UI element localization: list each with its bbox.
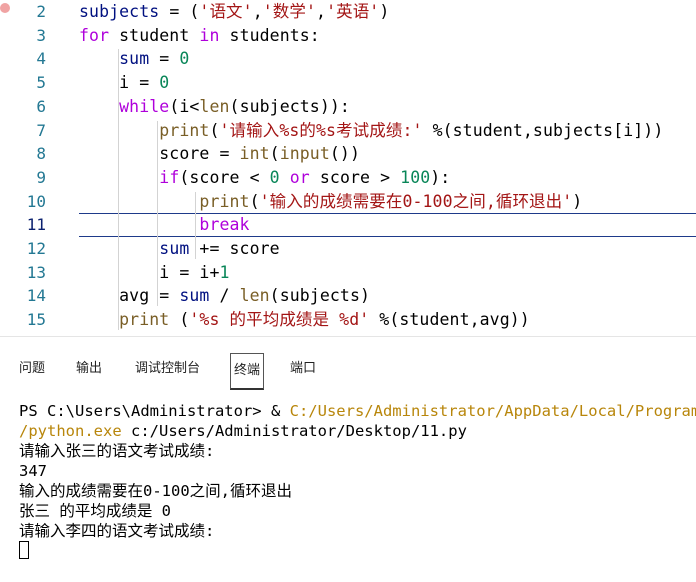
code-editor[interactable]: 2 subjects = ('语文','数学','英语') 3 for student… [0,0,696,336]
code-text: score = int(input()) [79,144,360,164]
code-line[interactable]: 13 i = i+1 [0,261,696,285]
line-number: 15 [26,310,46,330]
indent-guide [195,191,196,259]
code-line[interactable]: 2 subjects = ('语文','数学','英语') [0,0,696,24]
code-text: print ('%s 的平均成绩是 %d' %(student,avg)) [119,310,530,330]
code-line[interactable]: 5 i = 0 [0,71,696,95]
code-line[interactable]: 11 break [0,213,696,238]
line-number: 3 [36,25,46,45]
code-line[interactable]: 3 for student in students: [0,24,696,48]
tab-2[interactable]: 调试控制台 [135,359,200,379]
code-line[interactable]: 14 avg = sum / len(subjects) [0,284,696,308]
code-line[interactable]: 8 score = int(input()) [0,142,696,166]
terminal-line: 347 [19,462,47,480]
line-number: 6 [36,96,46,116]
line-number: 7 [36,120,46,140]
line-number: 5 [36,73,46,93]
terminal-prompt: PS C:\Users\Administrator> & [19,402,290,420]
code-line[interactable]: 6 while(i<len(subjects)): [0,95,696,119]
tab-3[interactable]: 终端 [230,353,265,390]
code-text: sum = 0 [119,49,190,69]
code-text: while(i<len(subjects)): [119,96,350,116]
code-text: i = 0 [79,73,170,93]
tab-4[interactable]: 端口 [290,359,316,379]
code-line[interactable]: 10 print('输入的成绩需要在0-100之间,循环退出') [0,190,696,214]
terminal-script-path: c:/Users/Administrator/Desktop/11.py [121,422,467,440]
code-text: sum += score [159,239,280,258]
line-number: 4 [36,49,46,69]
code-text: if(score < 0 or score > 100): [159,167,451,187]
tab-1[interactable]: 输出 [76,359,102,379]
line-number: 10 [26,191,46,211]
line-number: 8 [36,144,46,164]
indent-guide [118,49,119,330]
line-number: 11 [26,215,46,235]
indent-guide [157,120,158,307]
code-text: i = i+1 [79,262,230,282]
tab-0[interactable]: 问题 [19,359,45,379]
code-line[interactable]: 12 sum += score [0,237,696,261]
line-number: 9 [36,167,46,187]
terminal-exe-path-cont: /python.exe [19,422,122,440]
code-line[interactable]: 15 print ('%s 的平均成绩是 %d' %(student,avg)) [0,308,696,332]
terminal-line: 输入的成绩需要在0-100之间,循环退出 [19,482,292,500]
terminal-cursor[interactable] [19,541,29,559]
line-number: 14 [26,286,46,306]
terminal-output[interactable]: PS C:\Users\Administrator> & C:/Users/Ad… [19,401,696,562]
code-text: print('请输入%s的%s考试成绩:' %(student,subjects… [159,120,664,140]
terminal-lines: 请输入张三的语文考试成绩: 347 输入的成绩需要在0-100之间,循环退出 张… [19,442,292,540]
code-line[interactable]: 4 sum = 0 [0,47,696,71]
terminal-line: 张三 的平均成绩是 0 [19,502,171,520]
terminal-exe-path: C:/Users/Administrator/AppData/Local/Pro… [289,402,696,420]
code-text: for student in students: [79,25,320,45]
terminal-line: 请输入李四的语文考试成绩: [19,522,215,540]
terminal-line: 请输入张三的语文考试成绩: [19,442,215,460]
code-text: break [199,215,250,235]
code-text: print('输入的成绩需要在0-100之间,循环退出') [199,191,583,211]
line-number: 2 [36,2,46,21]
code-line[interactable]: 9 if(score < 0 or score > 100): [0,166,696,190]
line-number: 13 [26,262,46,282]
line-number: 12 [26,239,46,258]
code-line[interactable]: 7 print('请输入%s的%s考试成绩:' %(student,subjec… [0,119,696,143]
code-text: subjects = ('语文','数学','英语') [79,2,390,21]
code-text: avg = sum / len(subjects) [79,286,371,306]
bottom-panel: 问题 输出 调试控制台 终端 端口 PS C:\Users\Administrator>… [0,336,696,582]
